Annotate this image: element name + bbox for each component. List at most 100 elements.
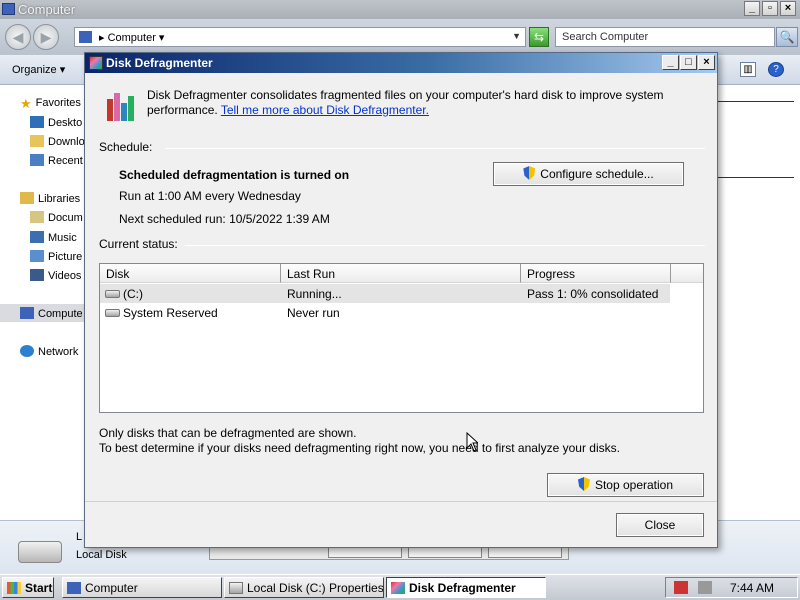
footer-note: Only disks that can be defragmented are … — [99, 426, 357, 440]
address-input[interactable]: ▸ Computer ▾ ▼ — [74, 27, 526, 47]
star-icon: ★ — [20, 96, 32, 111]
nav-item-pictures[interactable]: Picture — [30, 250, 82, 268]
explorer-titlebar: Computer _ ▫ × — [0, 0, 800, 19]
nav-item-downloads[interactable]: Downlo — [30, 135, 85, 153]
documents-icon — [30, 211, 44, 223]
nav-item-videos[interactable]: Videos — [30, 269, 81, 287]
nav-item-desktop[interactable]: Deskto — [30, 116, 82, 134]
pictures-icon — [30, 250, 44, 262]
local-disk-icon — [105, 309, 120, 317]
schedule-run: Run at 1:00 AM every Wednesday — [119, 189, 301, 203]
configure-schedule-button[interactable]: Configure schedule... — [493, 162, 684, 186]
back-button[interactable]: ◀ — [5, 24, 31, 50]
defragmenter-icon — [107, 91, 134, 121]
column-header-disk[interactable]: Disk — [100, 264, 281, 283]
disk-cell: (C:) — [105, 287, 143, 301]
local-disk-icon — [105, 290, 120, 298]
table-row[interactable]: System Reserved Never run — [100, 303, 670, 322]
dialog-title: Disk Defragmenter — [106, 56, 213, 70]
column-header-filler — [671, 264, 703, 283]
start-button[interactable]: Start — [2, 577, 54, 598]
nav-item-recent[interactable]: Recent — [30, 154, 83, 172]
recent-places-icon — [30, 154, 44, 166]
column-header-progress[interactable]: Progress — [521, 264, 671, 283]
nav-item-libraries[interactable]: Libraries — [20, 192, 80, 210]
nav-item-documents[interactable]: Docum — [30, 211, 83, 229]
network-icon — [20, 345, 34, 357]
help-icon[interactable]: ? — [768, 62, 784, 77]
divider — [185, 245, 705, 246]
nav-item-computer[interactable]: Compute — [20, 307, 83, 325]
desktop-icon — [30, 116, 44, 128]
learn-more-link[interactable]: Tell me more about Disk Defragmenter. — [221, 103, 429, 117]
progress-cell: Pass 1: 0% consolidated — [527, 287, 659, 301]
close-button[interactable]: × — [780, 1, 796, 16]
computer-icon — [67, 582, 81, 594]
schedule-status: Scheduled defragmentation is turned on — [119, 168, 350, 182]
address-bar-area: ◀ ▶ ▸ Computer ▾ ▼ ⇆ Search Computer 🔍 — [0, 19, 800, 55]
volume-muted-icon[interactable] — [698, 581, 712, 594]
nav-item-favorites[interactable]: ★ Favorites — [20, 96, 81, 114]
forward-button[interactable]: ▶ — [33, 24, 59, 50]
refresh-button[interactable]: ⇆ — [529, 27, 549, 47]
computer-icon — [79, 31, 92, 43]
disk-cell: System Reserved — [105, 306, 218, 320]
minimize-button[interactable]: _ — [744, 1, 760, 16]
computer-icon — [2, 3, 15, 15]
taskbar-item-properties[interactable]: Local Disk (C:) Properties — [224, 577, 384, 598]
close-button[interactable]: Close — [616, 513, 704, 537]
schedule-next-run: Next scheduled run: 10/5/2022 1:39 AM — [119, 212, 330, 226]
windows-logo-icon — [7, 582, 21, 594]
dialog-titlebar: Disk Defragmenter _ □ × — [85, 53, 717, 73]
taskbar-item-disk-defragmenter[interactable]: Disk Defragmenter — [386, 577, 546, 598]
stop-operation-button[interactable]: Stop operation — [547, 473, 704, 497]
current-status-heading: Current status: — [99, 237, 178, 251]
mouse-cursor-icon — [466, 432, 478, 452]
downloads-icon — [30, 135, 44, 147]
organize-button[interactable]: Organize ▾ — [12, 63, 65, 76]
music-icon — [30, 231, 44, 243]
divider — [716, 177, 794, 178]
clock[interactable]: 7:44 AM — [730, 581, 774, 595]
schedule-heading: Schedule: — [99, 140, 153, 154]
system-tray: 7:44 AM — [665, 577, 798, 598]
defragmenter-icon — [89, 56, 103, 70]
action-center-icon[interactable] — [674, 581, 688, 594]
chevron-down-icon[interactable]: ▼ — [512, 31, 521, 41]
last-run-cell: Never run — [287, 306, 340, 320]
preview-pane-icon[interactable]: ▥ — [740, 62, 756, 77]
uac-shield-icon — [577, 477, 590, 491]
minimize-button[interactable]: _ — [662, 55, 679, 70]
computer-icon — [20, 307, 34, 319]
details-name: L — [76, 531, 83, 543]
navigation-pane: ★ Favorites Deskto Downlo Recent Librarie… — [0, 86, 85, 520]
disk-defragmenter-dialog: Disk Defragmenter _ □ × Disk Defragmente… — [84, 52, 718, 548]
disk-list[interactable]: Disk Last Run Progress (C:) Running... P… — [99, 263, 704, 413]
nav-item-network[interactable]: Network — [20, 345, 78, 363]
defragmenter-icon — [391, 582, 405, 594]
divider — [85, 501, 717, 502]
details-type: Local Disk — [76, 549, 127, 561]
intro-paragraph: Disk Defragmenter consolidates fragmente… — [147, 88, 707, 118]
column-header-last-run[interactable]: Last Run — [281, 264, 521, 283]
uac-shield-icon — [523, 166, 536, 180]
close-button[interactable]: × — [698, 55, 715, 70]
nav-item-music[interactable]: Music — [30, 231, 77, 249]
libraries-icon — [20, 192, 34, 204]
taskbar: Start Computer Local Disk (C:) Propertie… — [0, 574, 800, 600]
maximize-button[interactable]: ▫ — [762, 1, 778, 16]
search-icon[interactable]: 🔍 — [776, 27, 798, 47]
taskbar-item-computer[interactable]: Computer — [62, 577, 222, 598]
maximize-button[interactable]: □ — [680, 55, 697, 70]
divider — [165, 148, 705, 149]
table-row[interactable]: (C:) Running... Pass 1: 0% consolidated — [100, 284, 670, 303]
videos-icon — [30, 269, 44, 281]
last-run-cell: Running... — [287, 287, 342, 301]
footer-note: To best determine if your disks need def… — [99, 441, 620, 455]
search-input[interactable]: Search Computer — [555, 27, 775, 47]
divider — [716, 101, 794, 102]
local-disk-icon — [18, 541, 62, 563]
explorer-title: Computer — [18, 2, 76, 17]
address-text: ▸ Computer ▾ — [99, 32, 165, 44]
local-disk-icon — [229, 582, 243, 594]
